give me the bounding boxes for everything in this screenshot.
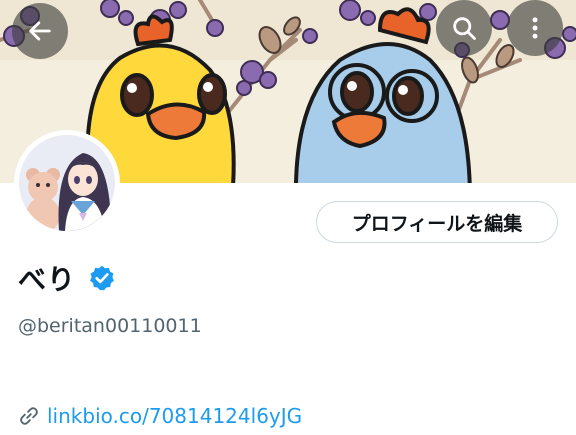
avatar[interactable] <box>14 130 120 236</box>
profile-link-row: linkbio.co/70814124l6yJG <box>18 404 302 428</box>
user-handle: @beritan00110011 <box>18 315 202 337</box>
verified-badge-icon[interactable] <box>88 264 116 292</box>
search-button[interactable] <box>436 0 492 56</box>
display-name: べり <box>18 263 77 296</box>
avatar-image <box>19 135 115 231</box>
arrow-left-icon <box>29 21 51 41</box>
link-icon <box>20 407 38 425</box>
back-button[interactable] <box>12 3 68 59</box>
more-options-button[interactable] <box>507 0 563 56</box>
more-vertical-icon <box>532 17 538 39</box>
profile-website-link[interactable]: linkbio.co/70814124l6yJG <box>47 404 302 428</box>
search-icon <box>453 17 476 40</box>
name-row: べり <box>18 258 116 298</box>
edit-profile-button[interactable]: プロフィールを編集 <box>316 201 558 243</box>
